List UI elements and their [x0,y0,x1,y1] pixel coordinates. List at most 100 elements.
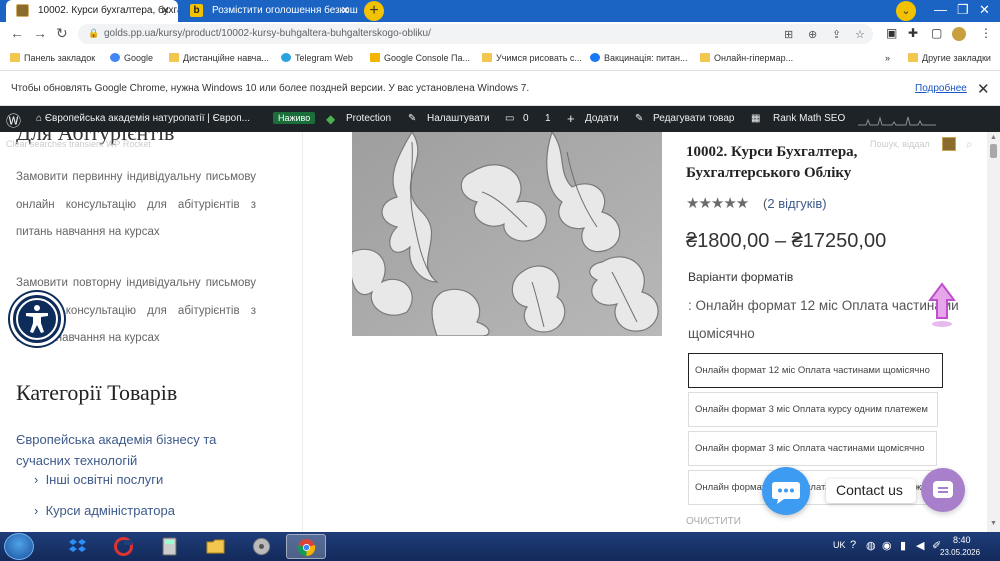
bookmark-item[interactable]: Вакцинація: питан... [590,53,688,63]
rating-stars-icon: ★★★★★ [686,195,749,212]
extension-image-icon[interactable]: ▣ [886,26,897,40]
subcategory-link[interactable]: › Інші освітні послуги [34,472,163,487]
network-icon[interactable]: ▮ [900,539,906,552]
clock-date[interactable]: 23.05.2026 [940,548,980,557]
close-tab-icon[interactable]: ✕ [161,4,170,17]
bookmark-item[interactable]: Google Console Па... [370,53,470,63]
help-icon[interactable]: ? [850,539,856,551]
profile-avatar[interactable] [952,27,966,41]
volume-icon[interactable]: ◀ [916,539,924,552]
subcategory-link[interactable]: › Курси адміністратора [34,503,175,518]
bookmark-item[interactable]: Учимся рисовать с... [482,53,582,63]
scrollbar-thumb[interactable] [990,144,997,158]
search-console-icon [370,53,380,62]
tab-inactive[interactable]: b Розмістити оголошення безкош ✕ [180,0,358,22]
chat-button[interactable] [762,467,810,515]
page-scrollbar[interactable]: ▲ ▼ [987,132,1000,532]
new-tab-button[interactable]: + [364,1,384,21]
chat-bubble-icon [772,482,800,504]
bookmark-item[interactable]: Онлайн-гіпермар... [700,53,793,63]
infobar-more-link[interactable]: Подробнее [915,83,967,94]
comments-icon: ▭ [505,113,515,124]
faint-admin-labels: Clear searches transient WP Rocket [6,139,151,149]
translate-icon[interactable]: ⊞ [784,28,793,41]
consultation-link-primary[interactable]: Замовити первинну індивідуальну письмову… [16,164,256,247]
activity-graph-icon [858,116,936,126]
accessibility-button[interactable] [10,292,64,346]
brush-icon: ✎ [408,113,417,124]
bookmark-item[interactable]: Дистанційне навча... [169,53,269,63]
window-close-icon[interactable]: ✕ [979,2,990,18]
live-badge: Наживо [273,112,316,124]
minimize-icon[interactable]: — [934,2,947,17]
bookmark-item[interactable]: Панель закладок [10,53,95,63]
taskbar-ccleaner[interactable] [104,534,144,559]
site-menu[interactable]: ⌂ Європейська академія натуропатії | Євр… [36,113,250,124]
folder-icon [206,539,225,554]
language-indicator[interactable]: UK [833,540,846,550]
address-bar[interactable]: 🔒 golds.pp.ua/kursy/product/10002-kursy-… [78,24,873,44]
header-thumb-icon [942,137,956,151]
rank-math-menu[interactable]: Rank Math SEO [773,113,845,124]
variant-option-selected[interactable]: Онлайн формат 12 міс Оплата частинами що… [688,353,943,388]
tab-active[interactable]: 10002. Курси бухгалтера, бухгал ✕ [6,0,178,22]
variants-label: Варіанти форматів [688,270,794,284]
search-icon[interactable]: ⌕ [966,137,973,152]
lock-icon[interactable]: 🔒 [88,28,99,39]
sidebar-divider [302,132,303,532]
updates-count[interactable]: 1 [545,113,551,124]
scroll-up-icon[interactable]: ▲ [990,134,997,141]
selected-variant-text: : Онлайн формат 12 міс Оплата частинами … [688,298,959,341]
zoom-icon[interactable]: ⊕ [808,28,817,41]
edit-product-link[interactable]: Редагувати товар [653,113,734,124]
back-icon[interactable]: ← [10,25,24,41]
bookmark-item[interactable]: Google [110,53,153,63]
close-tab-icon[interactable]: ✕ [341,4,350,17]
chevron-right-icon: › [34,503,46,518]
variant-option[interactable]: Онлайн формат 3 міс Оплата частинами щом… [688,431,937,466]
contact-us-button[interactable] [921,468,965,512]
wordpress-icon[interactable]: Ⓦ [6,110,21,131]
extensions-icon[interactable]: ✚ [908,26,918,40]
other-bookmarks[interactable]: Другие закладки [908,53,991,63]
share-icon[interactable]: ⇪ [832,28,841,41]
product-image[interactable] [352,132,662,336]
facebook-icon [590,53,600,62]
taskbar-media[interactable] [242,534,282,559]
taskbar-dropbox[interactable] [58,534,98,559]
damask-pattern-image [352,132,662,336]
infobar-close-icon[interactable]: ✕ [977,80,990,98]
add-new-menu[interactable]: Додати [585,113,619,124]
accessibility-icon [16,298,58,340]
ccleaner-icon [114,537,133,556]
chrome-tray-icon[interactable]: ◉ [882,539,892,552]
reviews-link[interactable]: (2 відгуків) [763,196,827,211]
protection-menu[interactable]: Protection [346,113,391,124]
scroll-down-icon[interactable]: ▼ [990,520,997,527]
tab-search-icon[interactable]: ⌄ [896,1,916,21]
taskbar-calculator[interactable] [150,534,190,559]
star-icon[interactable]: ☆ [855,28,865,41]
start-button[interactable] [4,533,34,560]
comments-count[interactable]: 0 [523,113,529,124]
product-title: 10002. Курси Бухгалтера, Бухгалтерського… [686,144,858,181]
taskbar-chrome[interactable] [286,534,326,559]
contact-us-label[interactable]: Contact us [826,479,916,503]
menu-icon[interactable]: ⋮ [980,26,992,40]
variant-option[interactable]: Онлайн формат 3 міс Оплата курсу одним п… [688,392,938,427]
clock-time[interactable]: 8:40 [953,535,971,545]
reload-icon[interactable]: ↻ [56,25,68,42]
header-search-hint: Пошук, віддал [870,139,930,149]
clear-variants-link[interactable]: ОЧИСТИТИ [686,516,741,527]
customize-menu[interactable]: Налаштувати [427,113,490,124]
restore-icon[interactable]: ❐ [957,2,969,18]
telegram-icon [281,53,291,62]
taskbar-explorer[interactable] [196,534,236,559]
category-link[interactable]: Європейська академія бізнесу та сучасних… [16,429,246,471]
up-arrow-cursor-icon [928,282,956,327]
lock-tray-icon[interactable]: ◍ [866,539,876,552]
forward-icon[interactable]: → [33,25,47,41]
sidepanel-icon[interactable]: ▢ [931,26,942,40]
bookmarks-overflow-icon[interactable]: » [885,53,890,63]
bookmark-item[interactable]: Telegram Web [281,53,353,63]
